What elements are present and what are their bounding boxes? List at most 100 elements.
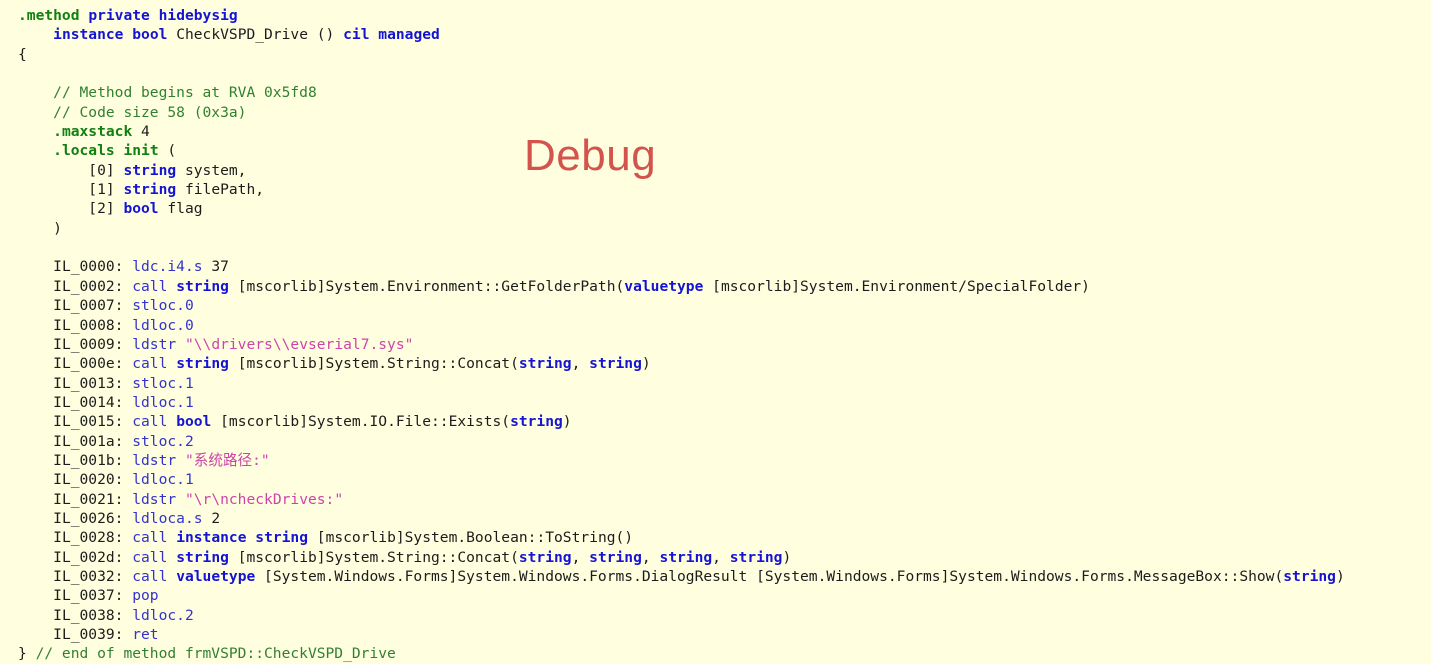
code-line[interactable]: ): [18, 219, 1431, 238]
code-token-label: IL_0021:: [53, 490, 133, 508]
code-token-keyword: hidebysig: [158, 7, 238, 24]
code-line[interactable]: IL_0021: ldstr "\r\ncheckDrives:": [18, 490, 1431, 509]
code-line[interactable]: .maxstack 4: [18, 122, 1431, 141]
code-line[interactable]: IL_0020: ldloc.1: [18, 470, 1431, 489]
code-token-label: IL_0038:: [53, 606, 133, 624]
code-line[interactable]: } // end of method frmVSPD::CheckVSPD_Dr…: [18, 644, 1431, 663]
code-line[interactable]: IL_0000: ldc.i4.s 37: [18, 257, 1431, 276]
code-token-label: IL_0013:: [53, 374, 133, 392]
code-token-number: 2: [202, 509, 221, 527]
code-token-label: IL_001b:: [53, 451, 133, 469]
code-token-plain: [mscorlib]System.IO.File::Exists(: [211, 413, 511, 431]
code-token-brace: ): [53, 219, 62, 237]
code-line[interactable]: IL_002d: call string [mscorlib]System.St…: [18, 548, 1431, 567]
code-token-keyword: instance: [176, 529, 247, 547]
code-token-keyword: string: [255, 529, 308, 547]
code-token-plain: flag: [158, 200, 203, 218]
code-token-plain: ): [1335, 567, 1345, 585]
code-token-plain: [2]: [88, 200, 124, 218]
code-token-label: IL_0002:: [53, 277, 133, 295]
code-token-plain: [System.Windows.Forms]System.Windows.For…: [255, 567, 1284, 585]
code-line[interactable]: [18, 238, 1431, 257]
code-token-plain: [1]: [88, 181, 124, 199]
code-token-opcode: call: [132, 413, 168, 431]
code-token-keyword: string: [176, 355, 229, 373]
code-token-plain: [mscorlib]System.Boolean::ToString(): [308, 529, 634, 547]
code-line[interactable]: IL_0014: ldloc.1: [18, 393, 1431, 412]
code-token-plain: [0]: [88, 161, 124, 179]
code-token-opcode: stloc.1: [132, 374, 194, 392]
code-token-keyword: string: [589, 548, 642, 566]
code-token-keyword: string: [729, 548, 783, 566]
code-line[interactable]: // Method begins at RVA 0x5fd8: [18, 83, 1431, 102]
code-line[interactable]: IL_0028: call instance string [mscorlib]…: [18, 528, 1431, 547]
code-token-number: 37: [202, 258, 229, 276]
code-line[interactable]: IL_0002: call string [mscorlib]System.En…: [18, 277, 1431, 296]
code-token-label: IL_0039:: [53, 626, 133, 643]
code-line[interactable]: IL_0015: call bool [mscorlib]System.IO.F…: [18, 412, 1431, 431]
code-line[interactable]: instance bool CheckVSPD_Drive () cil man…: [18, 25, 1431, 44]
code-token-opcode: ret: [132, 626, 159, 643]
code-token-keyword: bool: [176, 413, 212, 431]
code-token-plain: [mscorlib]System.Environment/SpecialFold…: [703, 277, 1090, 295]
code-line[interactable]: // Code size 58 (0x3a): [18, 103, 1431, 122]
code-token-plain: filePath,: [176, 181, 265, 199]
code-token-keyword: string: [1283, 567, 1336, 585]
code-line[interactable]: {: [18, 45, 1431, 64]
code-token-keyword: bool: [123, 200, 159, 218]
code-line[interactable]: IL_000e: call string [mscorlib]System.St…: [18, 354, 1431, 373]
code-token-label: IL_0000:: [53, 258, 133, 276]
code-line[interactable]: [1] string filePath,: [18, 180, 1431, 199]
code-line[interactable]: IL_0013: stloc.1: [18, 374, 1431, 393]
code-token-label: IL_0028:: [53, 529, 133, 547]
code-token-keyword: string: [123, 161, 177, 179]
code-line[interactable]: IL_0008: ldloc.0: [18, 316, 1431, 335]
code-line[interactable]: IL_0038: ldloc.2: [18, 606, 1431, 625]
code-line[interactable]: IL_0007: stloc.0: [18, 296, 1431, 315]
code-token-opcode: ldloc.2: [132, 606, 194, 624]
code-token-opcode: call: [132, 277, 168, 295]
code-line[interactable]: [18, 64, 1431, 83]
code-token-label: IL_0026:: [53, 509, 133, 527]
code-line[interactable]: IL_0039: ret: [18, 625, 1431, 644]
il-disassembly-view[interactable]: .method private hidebysig instance bool …: [0, 0, 1431, 662]
code-line[interactable]: IL_0032: call valuetype [System.Windows.…: [18, 567, 1431, 586]
code-line[interactable]: IL_0026: ldloca.s 2: [18, 509, 1431, 528]
code-line[interactable]: IL_0009: ldstr "\\drivers\\evserial7.sys…: [18, 335, 1431, 354]
code-token-directive: init: [123, 142, 159, 160]
code-token-plain: system,: [176, 161, 247, 179]
code-line[interactable]: .locals init (: [18, 141, 1431, 160]
code-token-directive: .method: [18, 7, 80, 24]
code-body[interactable]: .method private hidebysig instance bool …: [18, 6, 1431, 664]
code-line[interactable]: IL_0037: pop: [18, 586, 1431, 605]
code-token-opcode: ldloc.1: [132, 471, 194, 489]
code-line[interactable]: IL_001b: ldstr "系统路径:": [18, 451, 1431, 470]
code-token-keyword: string: [659, 548, 713, 566]
code-token-comment: // Code size 58 (0x3a): [53, 103, 247, 121]
code-token-keyword: bool: [132, 26, 168, 44]
code-token-keyword: string: [123, 181, 177, 199]
code-line[interactable]: [0] string system,: [18, 161, 1431, 180]
code-token-keyword: string: [518, 548, 572, 566]
code-line[interactable]: .method private hidebysig: [18, 6, 1431, 25]
code-line[interactable]: IL_001a: stloc.2: [18, 432, 1431, 451]
code-line[interactable]: [2] bool flag: [18, 199, 1431, 218]
code-token-label: IL_0015:: [53, 413, 133, 431]
